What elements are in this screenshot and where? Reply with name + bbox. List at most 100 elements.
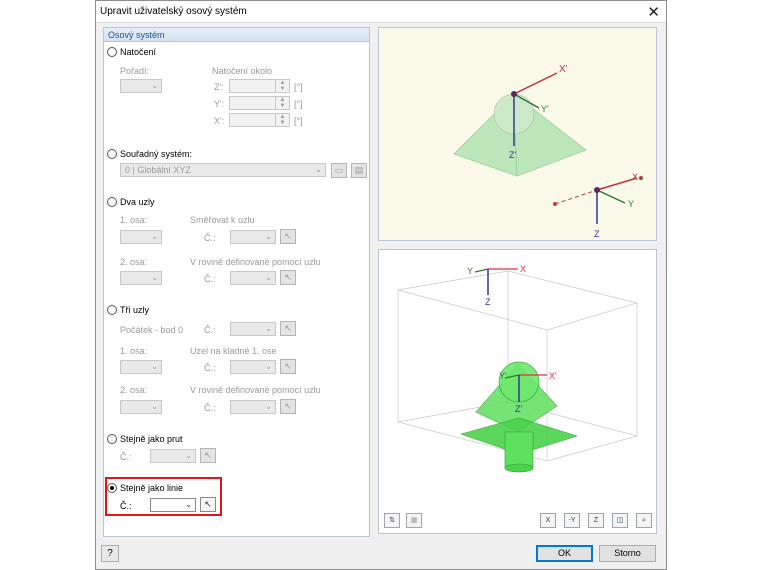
pick-node-icon[interactable]: ↖ [280,399,296,414]
origin-label: Počátek - bod 0 [120,325,184,335]
positive-axis-node-label: Uzel na kladné 1. ose [190,346,277,356]
z-axis-label: Z [485,297,491,307]
axis1-node-select[interactable]: ⌄ [230,360,276,374]
lx-axis-label: X' [549,371,557,381]
origin-node-select[interactable]: ⌄ [230,322,276,336]
rot-y-input[interactable]: ▲ ▼ [229,96,290,110]
ly-axis-label: Y' [499,371,507,381]
help-icon: ? [107,548,113,559]
lz-axis-label: Z' [515,404,522,414]
close-icon[interactable]: ✕ [647,3,660,21]
chevron-down-icon: ⌄ [265,362,272,371]
global-origin-point [594,187,600,193]
axis-system-panel: Osový systém Natočení Pořadí: ⌄ Natočení… [103,27,370,537]
chevron-down-icon: ⌄ [315,165,322,174]
preview-local-axes: X' Y' Z' X Y Z [378,27,657,241]
three-nodes-radio[interactable] [107,305,117,315]
two-nodes-node2-select[interactable]: ⌄ [230,271,276,285]
x-axis-label: X' [559,64,568,75]
chevron-down-icon: ⌄ [151,273,158,282]
rot-y-label: Y': [214,99,225,109]
new-coord-system-icon[interactable]: ▭ [331,163,347,178]
three-nodes-axis1-select[interactable]: ⌄ [120,360,162,374]
two-nodes-axis1-select[interactable]: ⌄ [120,230,162,244]
three-nodes-axis2-label: 2. osa: [120,385,148,395]
pick-member-icon[interactable]: ↖ [200,448,216,463]
rot-z-input[interactable]: ▲ ▼ [229,79,290,93]
ok-button[interactable]: OK [536,545,593,562]
panel-header-label: Osový systém [108,30,165,40]
x-axis-label: X [520,264,526,274]
gx-axis-label: X [632,172,638,182]
cancel-button[interactable]: Storno [599,545,656,562]
y-axis-line [474,268,489,273]
preview-model-3d: X' Y' Z' X Y Z ⇅ ▦ X -Y Z ◫ ⌕ [378,249,657,534]
same-member-label: Stejně jako prut [120,434,183,444]
axis-toggle-icon[interactable]: ⇅ [384,513,400,528]
column-base [504,463,534,473]
two-nodes-axis2-label: 2. osa: [120,257,148,267]
local-axes-diagram: X' Y' Z' X Y Z [453,64,643,239]
rotation-radio[interactable] [107,47,117,57]
view-z-icon[interactable]: Z [588,513,604,528]
three-nodes-axis1-label: 1. osa: [120,346,148,356]
three-nodes-no2-label: Č.: [204,403,216,413]
global-dot [553,202,557,206]
order-label: Pořadí: [120,66,150,76]
spin-icon[interactable]: ▲ ▼ [275,80,289,92]
global-dot [639,176,643,180]
chevron-down-icon: ⌄ [265,232,272,241]
window-title: Upravit uživatelský osový systém [100,6,247,17]
isometric-view-icon[interactable]: ◫ [612,513,628,528]
model-3d-diagram: X' Y' Z' X Y Z [397,264,639,473]
title-bar: Upravit uživatelský osový systém ✕ [96,1,666,23]
order-select[interactable]: ⌄ [120,79,162,93]
zoom-all-icon[interactable]: ⌕ [636,513,652,528]
pick-node-icon[interactable]: ↖ [280,321,296,336]
coord-system-label: Souřadný systém: [120,149,193,159]
two-nodes-no-label: Č.: [204,233,216,243]
origin-point [511,91,517,97]
coord-system-select[interactable]: 0 | Globální XYZ ⌄ [120,163,326,177]
rot-x-input[interactable]: ▲ ▼ [229,113,290,127]
rot-z-unit: [°] [294,82,303,92]
spin-icon[interactable]: ▲ ▼ [275,97,289,109]
pick-node-icon[interactable]: ↖ [280,270,296,285]
pick-node-icon[interactable]: ↖ [280,359,296,374]
three-nodes-label: Tři uzly [120,305,149,315]
help-button[interactable]: ? [101,545,119,562]
chevron-down-icon: ⌄ [151,362,158,371]
y-axis-label: Y' [541,104,549,114]
two-nodes-no2-label: Č.: [204,274,216,284]
global-axis-dash [554,189,598,205]
two-nodes-plane-label: V rovině definované pomocí uzlu [190,257,321,267]
pick-node-icon[interactable]: ↖ [280,229,296,244]
column-shape [504,431,534,469]
view-x-icon[interactable]: X [540,513,556,528]
two-nodes-radio[interactable] [107,197,117,207]
three-nodes-axis2-select[interactable]: ⌄ [120,400,162,414]
two-nodes-label: Dva uzly [120,197,155,207]
chevron-down-icon: ⌄ [151,81,158,90]
rot-x-label: X': [214,116,225,126]
two-nodes-node-select[interactable]: ⌄ [230,230,276,244]
three-nodes-plane-label: V rovině definované pomocí uzlu [190,385,321,395]
two-nodes-axis1-label: 1. osa: [120,215,148,225]
plane-node-select[interactable]: ⌄ [230,400,276,414]
gy-axis-line [596,189,626,204]
rot-y-unit: [°] [294,99,303,109]
rotation-about-label: Natočení okolo [212,66,273,76]
spin-icon[interactable]: ▲ ▼ [275,114,289,126]
coord-system-radio[interactable] [107,149,117,159]
edit-coord-system-icon[interactable]: ▤ [351,163,367,178]
coord-system-value: 0 | Globální XYZ [125,165,191,175]
same-member-radio[interactable] [107,434,117,444]
render-icon[interactable]: ▦ [406,513,422,528]
rotation-label: Natočení [120,47,157,57]
two-nodes-axis2-select[interactable]: ⌄ [120,271,162,285]
z-axis-label: Z' [509,150,516,160]
view-y-icon[interactable]: -Y [564,513,580,528]
chevron-down-icon: ⌄ [265,402,272,411]
member-select[interactable]: ⌄ [150,449,196,463]
chevron-down-icon: ⌄ [265,273,272,282]
